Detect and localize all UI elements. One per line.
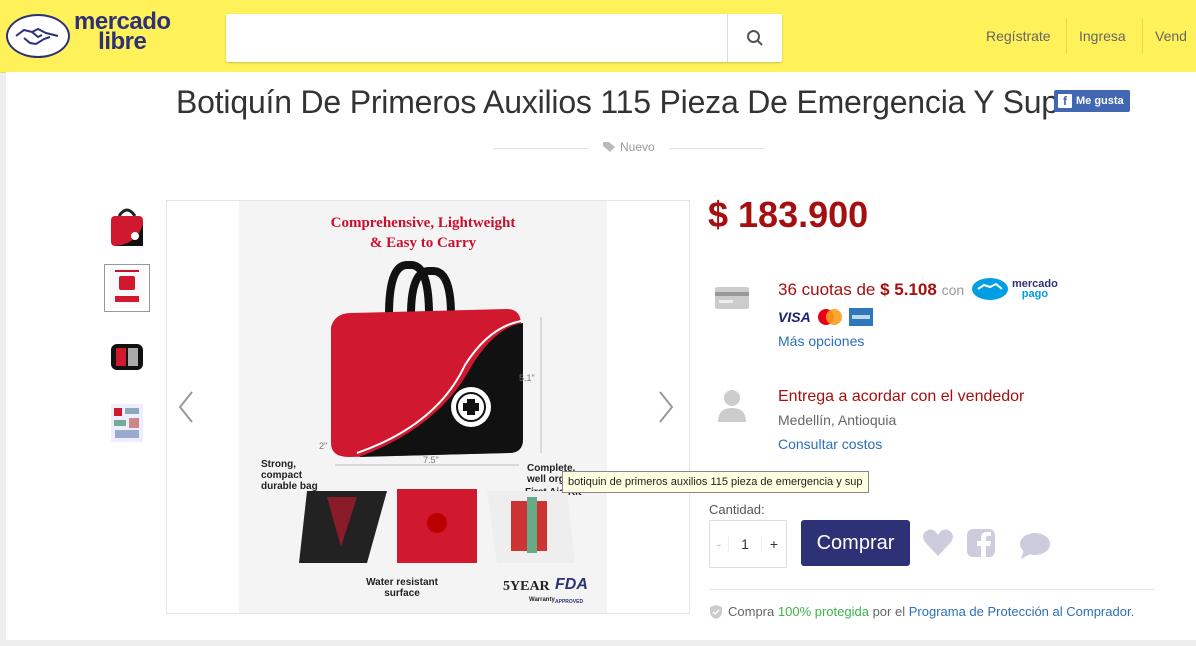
protection-middle: por el xyxy=(872,604,906,619)
quantity-label: Cantidad: xyxy=(709,502,765,517)
dimension-height: 5.1" xyxy=(519,373,535,383)
amex-icon xyxy=(848,308,873,326)
protection-percent: 100% protegida xyxy=(777,604,869,619)
thumbnail-2[interactable] xyxy=(104,264,150,312)
logo-line2: libre xyxy=(98,28,147,55)
quantity-stepper: - 1 + xyxy=(709,520,787,568)
favorite-heart-icon[interactable] xyxy=(922,528,954,563)
product-title: Botiquín De Primeros Auxilios 115 Pieza … xyxy=(176,84,1059,120)
buy-button[interactable]: Comprar xyxy=(801,520,910,566)
top-header: mercado libre Regístrate Ingresa Vend xyxy=(0,0,1196,73)
product-image[interactable]: Comprehensive, Lightweight & Easy to Car… xyxy=(239,201,607,613)
nav-divider xyxy=(1142,18,1143,54)
chevron-left-icon xyxy=(178,391,193,423)
search-bar xyxy=(226,14,782,62)
nav-divider xyxy=(1066,18,1067,54)
protection-program-link[interactable]: Programa de Protección al Comprador. xyxy=(909,604,1134,619)
installment-amount: $ 5.108 xyxy=(880,280,937,299)
visa-logo: VISA xyxy=(778,309,811,325)
shield-icon xyxy=(710,604,722,619)
credit-card-icon xyxy=(712,278,752,318)
kit-detail-photos xyxy=(299,489,575,563)
search-button[interactable] xyxy=(727,14,782,62)
mercadolibre-logo[interactable]: mercado libre xyxy=(6,10,176,64)
nav-sell-link[interactable]: Vend xyxy=(1155,28,1187,44)
divider xyxy=(494,148,588,149)
purchase-protection: Compra 100% protegida por el Programa de… xyxy=(710,604,1134,619)
dimension-width: 7.5" xyxy=(423,455,439,465)
handshake-icon xyxy=(972,278,1008,300)
image-heading-1: Comprehensive, Lightweight xyxy=(330,215,516,231)
divider xyxy=(670,148,764,149)
thumbnail-3[interactable] xyxy=(104,332,150,380)
gallery-next-button[interactable] xyxy=(651,387,681,427)
dimension-depth: 2" xyxy=(319,441,328,451)
seller-location: Medellín, Antioquia xyxy=(778,412,897,428)
bag-thumbnail-icon xyxy=(109,268,145,308)
fda-approved-label: APPROVED xyxy=(555,599,584,605)
condition-label: Nuevo xyxy=(620,140,655,154)
product-price: $ 183.900 xyxy=(708,194,869,235)
condition-badge: Nuevo xyxy=(602,140,655,154)
mastercard-icon xyxy=(817,309,842,325)
image-tooltip: botiquin de primeros auxilios 115 pieza … xyxy=(562,471,869,493)
installments-con: con xyxy=(941,282,965,298)
divider xyxy=(709,589,1155,590)
shipping-costs-link[interactable]: Consultar costos xyxy=(778,436,882,452)
image-label-water: Water resistant surface xyxy=(366,577,438,599)
image-heading-2: & Easy to Carry xyxy=(369,235,477,251)
nav-login-link[interactable]: Ingresa xyxy=(1079,28,1126,44)
logo-wordmark: mercado libre xyxy=(74,10,171,55)
protection-prefix: Compra xyxy=(728,604,775,619)
warranty-badge: 5YEAR xyxy=(503,579,550,594)
facebook-icon: f xyxy=(1058,94,1072,108)
nav-register-link[interactable]: Regístrate xyxy=(986,28,1051,44)
more-payment-options-link[interactable]: Más opciones xyxy=(778,333,864,349)
like-label: Me gusta xyxy=(1076,95,1124,107)
installments-text: 36 cuotas de $ 5.108 con xyxy=(778,280,964,300)
kit-open-thumbnail-icon xyxy=(111,344,143,370)
handshake-icon xyxy=(6,14,70,58)
tag-icon xyxy=(603,142,615,152)
facebook-share-icon[interactable] xyxy=(966,528,996,563)
quantity-decrement-button[interactable]: - xyxy=(710,536,729,552)
mercadopago-logo: mercado pago xyxy=(970,276,1058,302)
gallery-prev-button[interactable] xyxy=(171,387,201,427)
search-icon xyxy=(747,30,763,46)
quantity-increment-button[interactable]: + xyxy=(761,536,786,552)
fda-badge: FDA xyxy=(555,576,588,593)
bag-thumbnail-icon xyxy=(111,208,143,246)
thumbnail-1[interactable] xyxy=(104,202,150,250)
warranty-label: Warranty xyxy=(529,597,555,603)
mp-line2: pago xyxy=(1021,288,1049,300)
installments-prefix: 36 cuotas de xyxy=(778,280,876,299)
card-brands: VISA xyxy=(778,308,873,326)
quantity-value[interactable]: 1 xyxy=(729,536,761,552)
shipping-title: Entrega a acordar con el vendedor xyxy=(778,388,1025,405)
thumbnail-4[interactable] xyxy=(104,398,150,446)
seller-person-icon xyxy=(712,386,752,426)
chevron-right-icon xyxy=(659,391,674,423)
product-gallery: Comprehensive, Lightweight & Easy to Car… xyxy=(166,200,690,614)
comment-bubble-icon[interactable] xyxy=(1018,532,1052,565)
search-input[interactable] xyxy=(226,14,736,62)
kit-items-thumbnail-icon xyxy=(111,404,143,442)
facebook-like-button[interactable]: f Me gusta xyxy=(1054,90,1130,112)
